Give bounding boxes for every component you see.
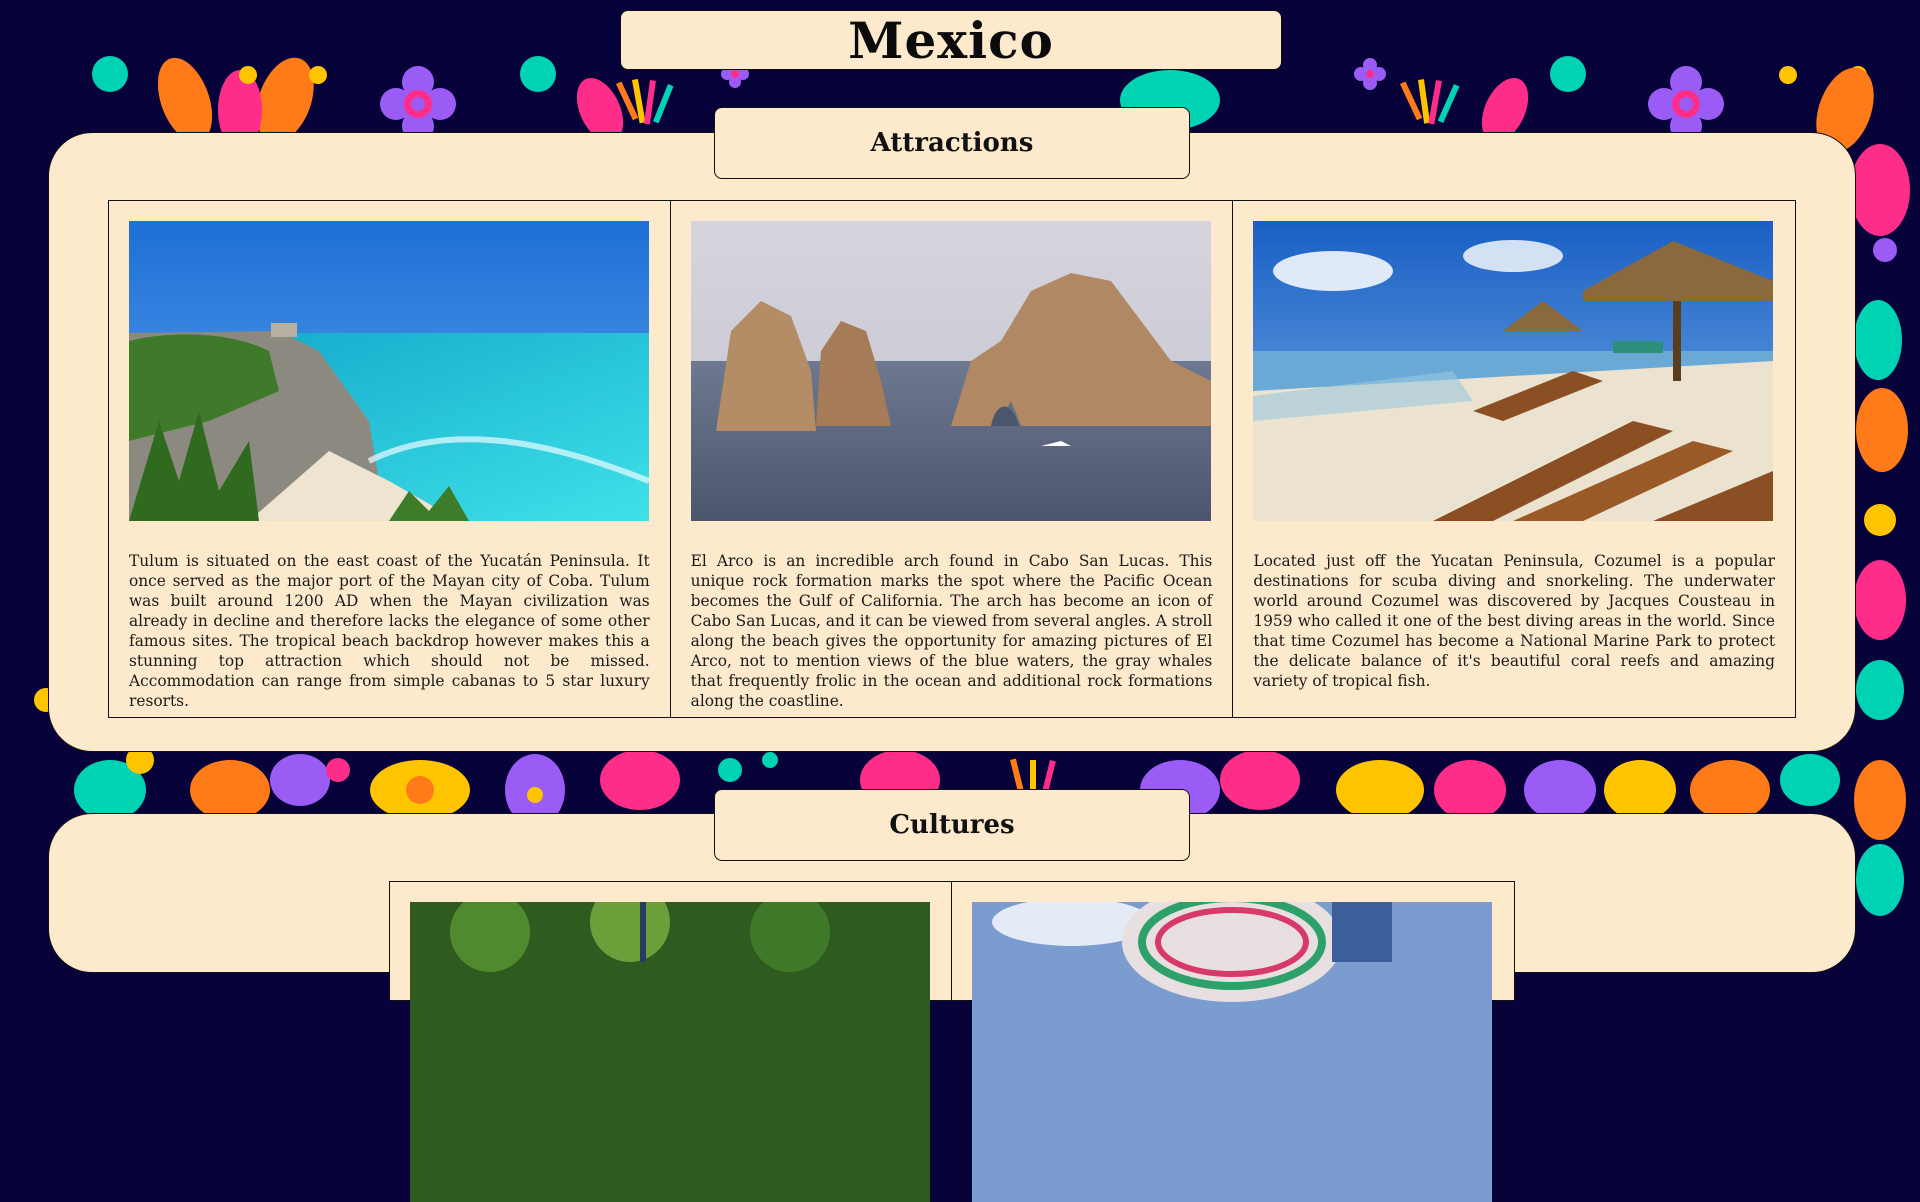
cultures-heading-box: Cultures [714, 789, 1190, 861]
culture-card [389, 881, 952, 1202]
page-title: Mexico [848, 10, 1054, 70]
feather-headdress-photo [972, 902, 1492, 1202]
attractions-heading-box: Attractions [714, 107, 1190, 179]
tulum-beach-photo [129, 221, 649, 521]
jungle-culture-photo [410, 902, 930, 1202]
attraction-card-cozumel: Located just off the Yucatan Peninsula, … [1233, 200, 1797, 718]
attractions-heading: Attractions [870, 128, 1034, 158]
attraction-card-el-arco: El Arco is an incredible arch found in C… [670, 200, 1234, 718]
attraction-description: Located just off the Yucatan Peninsula, … [1253, 552, 1776, 690]
culture-card [952, 881, 1515, 1202]
attraction-description: Tulum is situated on the east coast of t… [129, 552, 650, 710]
attraction-card-tulum: Tulum is situated on the east coast of t… [108, 200, 671, 718]
cultures-card-grid [389, 881, 1515, 1202]
cultures-heading: Cultures [889, 810, 1015, 840]
page-title-banner: Mexico [620, 10, 1282, 70]
attractions-card-grid: Tulum is situated on the east coast of t… [108, 200, 1797, 718]
el-arco-photo [690, 221, 1211, 521]
attraction-description: El Arco is an incredible arch found in C… [690, 552, 1213, 710]
cozumel-beach-photo [1253, 221, 1774, 521]
